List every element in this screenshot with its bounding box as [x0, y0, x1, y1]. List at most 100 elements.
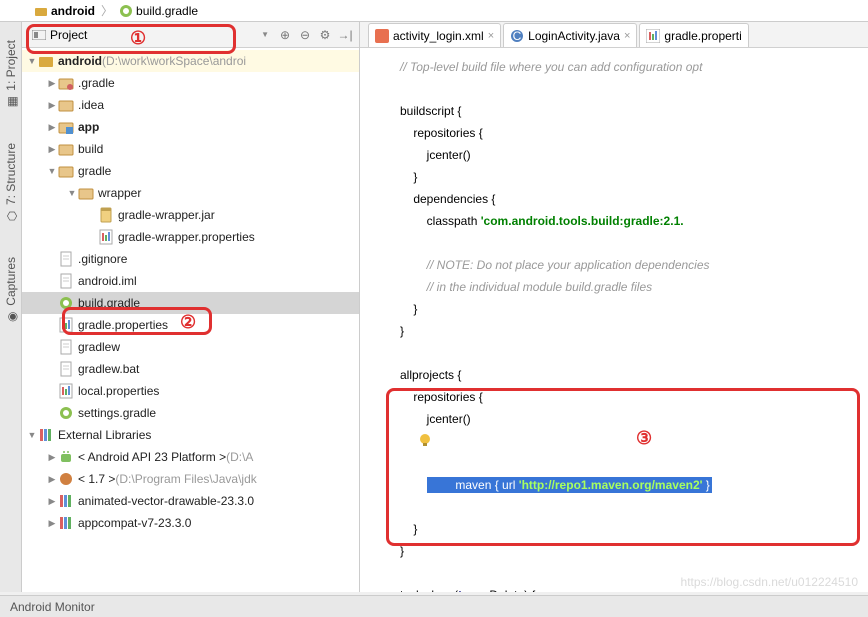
collapse-icon[interactable]: ▼ [26, 56, 38, 66]
gutter-tab-captures[interactable]: ◉ Captures [2, 249, 20, 330]
tab-activity-login[interactable]: activity_login.xml × [368, 23, 501, 47]
tree-label: .idea [78, 98, 104, 112]
expand-icon[interactable]: ▶ [46, 100, 58, 111]
gradle-icon [119, 4, 133, 18]
tree-root[interactable]: ▼ android (D:\work\workSpace\androi [22, 50, 359, 72]
tree-label: android [58, 54, 102, 68]
expand-icon[interactable]: ▶ [46, 78, 58, 89]
tree-label: wrapper [98, 186, 141, 200]
collapse-button[interactable]: ⊕ [275, 25, 295, 45]
project-view-icon [32, 30, 46, 40]
tree-label: gradle-wrapper.properties [118, 230, 255, 244]
code-line: } [400, 298, 868, 320]
expand-icon[interactable]: ▶ [46, 496, 58, 507]
status-bar[interactable]: Android Monitor [0, 595, 868, 617]
tree-item[interactable]: ▶ app [22, 116, 359, 138]
tree-item[interactable]: gradle-wrapper.jar [22, 204, 359, 226]
structure-icon: ⬡ [5, 209, 17, 221]
tree-item[interactable]: android.iml [22, 270, 359, 292]
status-label: Android Monitor [10, 600, 95, 614]
tree-item[interactable]: ▶ < Android API 23 Platform > (D:\A [22, 446, 359, 468]
folder-icon [78, 185, 94, 201]
tree-label: gradlew.bat [78, 362, 139, 376]
file-icon [58, 361, 74, 377]
target-button[interactable]: ⊖ [295, 25, 315, 45]
code-line: allprojects { [400, 364, 868, 386]
code-editor[interactable]: // Top-level build file where you can ad… [360, 48, 868, 592]
tree-label: build.gradle [78, 296, 140, 310]
tab-login-activity[interactable]: C LoginActivity.java × [503, 23, 637, 47]
tree-item[interactable]: ▶ .idea [22, 94, 359, 116]
code-line: repositories { [400, 386, 868, 408]
gutter-tab-project[interactable]: ▦ 1: Project [2, 32, 20, 115]
props-icon [58, 317, 74, 333]
tree-item[interactable]: ▶ build [22, 138, 359, 160]
tree-item[interactable]: ▼ wrapper [22, 182, 359, 204]
tree-item[interactable]: ▼ gradle [22, 160, 359, 182]
tree-label: appcompat-v7-23.3.0 [78, 516, 191, 530]
editor-tabs: activity_login.xml × C LoginActivity.jav… [360, 22, 868, 48]
close-icon[interactable]: × [488, 30, 494, 42]
code-text: task clean( [400, 588, 458, 592]
expand-icon[interactable]: ▶ [46, 518, 58, 529]
hide-button[interactable]: →| [335, 25, 355, 45]
expand-icon[interactable]: ▼ [66, 188, 78, 198]
expand-icon[interactable]: ▶ [46, 452, 58, 463]
tree-label: gradle [78, 164, 111, 178]
gear-icon[interactable]: ⚙ [315, 25, 335, 45]
folder-icon [58, 141, 74, 157]
gutter-label: Captures [4, 257, 18, 306]
tree-label: < Android API 23 Platform > [78, 450, 226, 464]
gutter-tab-structure[interactable]: ⬡ 7: Structure [2, 135, 20, 229]
tree-item[interactable]: gradlew.bat [22, 358, 359, 380]
view-label: Project [50, 28, 87, 42]
chevron-right-icon: 〉 [101, 2, 113, 19]
annotation-num-2: ② [180, 312, 196, 333]
breadcrumb-item[interactable]: android [30, 4, 99, 18]
tree-item[interactable]: ▶ appcompat-v7-23.3.0 [22, 512, 359, 534]
code-string: 'com.android.tools.build:gradle:2.1. [481, 214, 684, 228]
collapse-icon[interactable]: ▼ [26, 430, 38, 440]
expand-icon[interactable]: ▶ [46, 474, 58, 485]
gutter-label: 7: Structure [4, 143, 18, 205]
tree-item[interactable]: .gitignore [22, 248, 359, 270]
code-comment: // Top-level build file where you can ad… [400, 60, 702, 74]
tree-item[interactable]: gradlew [22, 336, 359, 358]
code-highlight: maven { url 'http://repo1.maven.org/mave… [427, 477, 712, 493]
tool-gutter: ▦ 1: Project ⬡ 7: Structure ◉ Captures [0, 22, 22, 592]
tree-item[interactable]: ▶ .gradle [22, 72, 359, 94]
breadcrumb-item[interactable]: build.gradle [115, 4, 202, 18]
tree-item[interactable]: ▶ < 1.7 > (D:\Program Files\Java\jdk [22, 468, 359, 490]
code-line: repositories { [400, 122, 868, 144]
code-line: buildscript { [400, 100, 868, 122]
tree-label: app [78, 120, 99, 134]
tree-item[interactable]: local.properties [22, 380, 359, 402]
expand-icon[interactable]: ▶ [46, 144, 58, 155]
close-icon[interactable]: × [624, 30, 630, 42]
lib-icon [58, 515, 74, 531]
tab-label: activity_login.xml [393, 29, 484, 43]
library-icon [38, 427, 54, 443]
tree-label: local.properties [78, 384, 159, 398]
tab-label: LoginActivity.java [528, 29, 620, 43]
view-selector[interactable]: Project ▼ [26, 25, 275, 45]
props-icon [58, 383, 74, 399]
lightbulb-icon[interactable] [418, 433, 432, 447]
file-icon [58, 251, 74, 267]
tree-label: settings.gradle [78, 406, 156, 420]
tree-item[interactable]: build.gradle [22, 292, 359, 314]
tree-external[interactable]: ▼ External Libraries [22, 424, 359, 446]
folder-icon [58, 163, 74, 179]
file-icon [58, 339, 74, 355]
tree-path: (D:\A [226, 450, 253, 464]
expand-icon[interactable]: ▶ [46, 122, 58, 133]
expand-icon[interactable]: ▼ [46, 166, 58, 176]
tree-item[interactable]: settings.gradle [22, 402, 359, 424]
tab-gradle-properties[interactable]: gradle.properti [639, 23, 748, 47]
annotation-num-3: ③ [636, 428, 652, 449]
tree-item[interactable]: gradle-wrapper.properties [22, 226, 359, 248]
tree-path: (D:\work\workSpace\androi [102, 54, 246, 68]
tree-label: External Libraries [58, 428, 151, 442]
tree-path: (D:\Program Files\Java\jdk [115, 472, 256, 486]
tree-item[interactable]: ▶ animated-vector-drawable-23.3.0 [22, 490, 359, 512]
